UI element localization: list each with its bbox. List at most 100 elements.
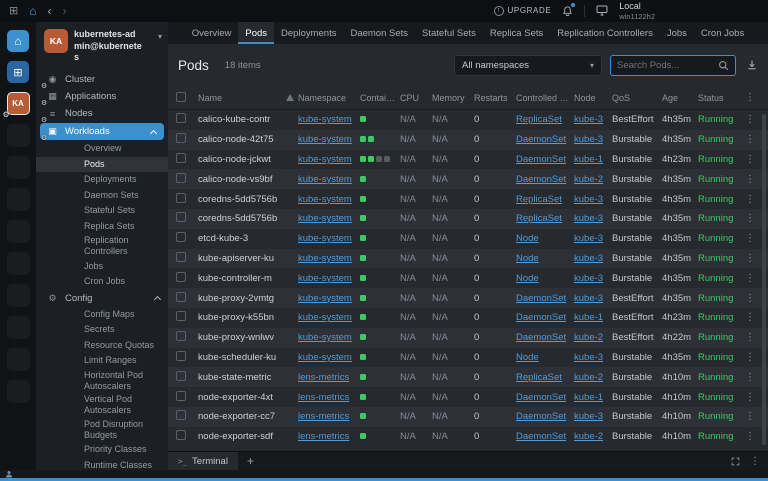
node-link[interactable]: kube-2 bbox=[574, 174, 603, 185]
sidebar-item[interactable]: ⚙ Jobs bbox=[36, 259, 168, 275]
row-checkbox[interactable] bbox=[176, 351, 186, 361]
row-menu-button[interactable]: ⋮ bbox=[742, 332, 758, 343]
sidebar-item[interactable]: ⚙ Horizontal Pod Autoscalers bbox=[36, 369, 168, 394]
sidebar-item[interactable]: ▦ ⚙ Applications bbox=[36, 88, 168, 105]
sidebar-item[interactable]: ⚙ Config Maps bbox=[36, 307, 168, 323]
node-link[interactable]: kube-3 bbox=[574, 114, 603, 125]
table-row[interactable]: kube-proxy-k55bn kube-system N/A N/A 0 D… bbox=[168, 308, 768, 328]
row-menu-button[interactable]: ⋮ bbox=[742, 312, 758, 323]
upgrade-button[interactable]: ↑ UPGRADE bbox=[494, 6, 552, 16]
node-link[interactable]: kube-3 bbox=[574, 194, 603, 205]
row-checkbox[interactable] bbox=[176, 311, 186, 321]
namespace-link[interactable]: kube-system bbox=[298, 213, 352, 224]
table-row[interactable]: calico-node-42t75 kube-system N/A N/A 0 … bbox=[168, 130, 768, 150]
namespace-link[interactable]: kube-system bbox=[298, 332, 352, 343]
tab[interactable]: Daemon Sets bbox=[343, 22, 415, 44]
row-checkbox[interactable] bbox=[176, 272, 186, 282]
row-menu-button[interactable]: ⋮ bbox=[742, 372, 758, 383]
notifications-bell-icon[interactable] bbox=[562, 5, 573, 17]
sidebar-item[interactable]: ⚙ ⚙ Config bbox=[36, 290, 168, 307]
table-row[interactable]: kube-proxy-wnlwv kube-system N/A N/A 0 D… bbox=[168, 328, 768, 348]
controlled-by-link[interactable]: DaemonSet bbox=[516, 134, 566, 145]
namespace-link[interactable]: kube-system bbox=[298, 352, 352, 363]
controlled-by-link[interactable]: Node bbox=[516, 253, 539, 264]
row-menu-button[interactable]: ⋮ bbox=[742, 293, 758, 304]
table-row[interactable]: calico-node-vs9bf kube-system N/A N/A 0 … bbox=[168, 169, 768, 189]
table-row[interactable]: coredns-5dd5756b kube-system N/A N/A 0 R… bbox=[168, 209, 768, 229]
sidebar-item[interactable]: ⚙ Deployments bbox=[36, 172, 168, 188]
table-row[interactable]: node-exporter-sdf lens-metrics N/A N/A 0… bbox=[168, 427, 768, 447]
controlled-by-link[interactable]: ReplicaSet bbox=[516, 114, 562, 125]
column-header-age[interactable]: Age bbox=[662, 93, 698, 103]
row-checkbox[interactable] bbox=[176, 153, 186, 163]
sidebar-item[interactable]: ⚙ Pods bbox=[36, 157, 168, 173]
column-header-controlled-by[interactable]: Controlled By bbox=[516, 93, 574, 103]
table-row[interactable]: kube-controller-m kube-system N/A N/A 0 … bbox=[168, 268, 768, 288]
sidebar-item[interactable]: ⚙ Cron Jobs bbox=[36, 274, 168, 290]
sidebar-item[interactable]: ◉ ⚙ Cluster bbox=[36, 71, 168, 88]
column-header-cpu[interactable]: CPU bbox=[400, 93, 432, 103]
tab[interactable]: Cron Jobs bbox=[694, 22, 751, 44]
row-menu-button[interactable]: ⋮ bbox=[742, 253, 758, 264]
column-header-node[interactable]: Node bbox=[574, 93, 612, 103]
row-menu-button[interactable]: ⋮ bbox=[742, 174, 758, 185]
cluster-selector[interactable]: Local win1122h2 bbox=[619, 1, 655, 21]
namespace-link[interactable]: lens-metrics bbox=[298, 411, 349, 422]
sidebar-item[interactable]: ⚙ Pod Disruption Budgets bbox=[36, 418, 168, 443]
namespace-link[interactable]: kube-system bbox=[298, 273, 352, 284]
row-menu-button[interactable]: ⋮ bbox=[742, 194, 758, 205]
row-checkbox[interactable] bbox=[176, 292, 186, 302]
node-link[interactable]: kube-3 bbox=[574, 273, 603, 284]
row-menu-button[interactable]: ⋮ bbox=[742, 392, 758, 403]
controlled-by-link[interactable]: DaemonSet bbox=[516, 293, 566, 304]
sidebar-item[interactable]: ⚙ Replica Sets bbox=[36, 219, 168, 235]
terminal-tab[interactable]: >_ Terminal bbox=[168, 452, 238, 470]
controlled-by-link[interactable]: DaemonSet bbox=[516, 312, 566, 323]
user-icon[interactable] bbox=[5, 470, 13, 478]
row-checkbox[interactable] bbox=[176, 331, 186, 341]
row-checkbox[interactable] bbox=[176, 430, 186, 440]
column-header-namespace[interactable]: Namespace bbox=[298, 93, 360, 103]
table-row[interactable]: calico-kube-contr kube-system N/A N/A 0 … bbox=[168, 110, 768, 130]
controlled-by-link[interactable]: ReplicaSet bbox=[516, 194, 562, 205]
sidebar-item[interactable]: ⚙ Overview bbox=[36, 141, 168, 157]
expand-icon[interactable] bbox=[731, 457, 740, 466]
table-row[interactable]: node-exporter-4xt lens-metrics N/A N/A 0… bbox=[168, 387, 768, 407]
row-menu-button[interactable]: ⋮ bbox=[742, 431, 758, 442]
home-button[interactable]: ⌂ bbox=[7, 30, 29, 52]
app-menu-icon[interactable]: ⊞ bbox=[9, 6, 18, 17]
row-menu-button[interactable]: ⋮ bbox=[742, 114, 758, 125]
node-link[interactable]: kube-3 bbox=[574, 213, 603, 224]
table-row[interactable]: kube-apiserver-ku kube-system N/A N/A 0 … bbox=[168, 249, 768, 269]
sidebar-item[interactable]: ⚙ Secrets bbox=[36, 322, 168, 338]
node-link[interactable]: kube-1 bbox=[574, 312, 603, 323]
controlled-by-link[interactable]: DaemonSet bbox=[516, 154, 566, 165]
namespace-link[interactable]: lens-metrics bbox=[298, 372, 349, 383]
namespace-link[interactable]: kube-system bbox=[298, 312, 352, 323]
node-link[interactable]: kube-2 bbox=[574, 372, 603, 383]
node-link[interactable]: kube-1 bbox=[574, 154, 603, 165]
download-button[interactable] bbox=[746, 59, 758, 71]
sidebar-item[interactable]: ⚙ Resource Quotas bbox=[36, 338, 168, 354]
table-row[interactable]: node-exporter-cc7 lens-metrics N/A N/A 0… bbox=[168, 407, 768, 427]
new-terminal-button[interactable]: + bbox=[247, 454, 254, 468]
tab[interactable]: Stateful Sets bbox=[415, 22, 483, 44]
sidebar-item[interactable]: ⚙ Vertical Pod Autoscalers bbox=[36, 393, 168, 418]
column-header-status[interactable]: Status bbox=[698, 93, 742, 103]
controlled-by-link[interactable]: ReplicaSet bbox=[516, 372, 562, 383]
node-link[interactable]: kube-1 bbox=[574, 392, 603, 403]
namespace-link[interactable]: kube-system bbox=[298, 194, 352, 205]
row-menu-button[interactable]: ⋮ bbox=[742, 352, 758, 363]
controlled-by-link[interactable]: DaemonSet bbox=[516, 174, 566, 185]
row-menu-button[interactable]: ⋮ bbox=[742, 233, 758, 244]
node-link[interactable]: kube-2 bbox=[574, 332, 603, 343]
tab[interactable]: Overview bbox=[185, 22, 239, 44]
namespace-link[interactable]: kube-system bbox=[298, 114, 352, 125]
tab[interactable]: Deployments bbox=[274, 22, 343, 44]
sidebar-item[interactable]: ⚙ Daemon Sets bbox=[36, 188, 168, 204]
tab[interactable]: Jobs bbox=[660, 22, 694, 44]
controlled-by-link[interactable]: DaemonSet bbox=[516, 431, 566, 442]
controlled-by-link[interactable]: DaemonSet bbox=[516, 411, 566, 422]
namespace-link[interactable]: lens-metrics bbox=[298, 392, 349, 403]
namespace-link[interactable]: kube-system bbox=[298, 253, 352, 264]
